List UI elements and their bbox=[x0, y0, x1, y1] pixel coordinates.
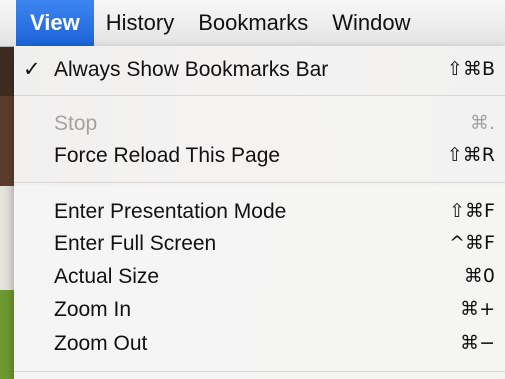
menu-item-label: Enter Full Screen bbox=[54, 232, 217, 255]
menu-item-shortcut: ⇧⌘B bbox=[447, 58, 495, 80]
menu-item-force-reload[interactable]: Force Reload This Page ⇧⌘R bbox=[14, 140, 505, 172]
menu-item-shortcut: ⌘− bbox=[460, 332, 495, 354]
menu-item-shortcut: ⇧⌘F bbox=[449, 200, 495, 222]
menu-item-shortcut: ⌘0 bbox=[463, 265, 495, 287]
menu-item-shortcut: ^⌘F bbox=[449, 232, 495, 254]
menu-item-actual-size[interactable]: Actual Size ⌘0 bbox=[14, 261, 505, 293]
menu-item-always-show-bookmarks-bar[interactable]: ✓ Always Show Bookmarks Bar ⇧⌘B bbox=[14, 54, 505, 86]
menu-item-label: Zoom Out bbox=[54, 332, 148, 355]
menu-item-label: Zoom In bbox=[54, 298, 132, 321]
menu-item-label: Stop bbox=[54, 112, 98, 135]
menu-item-enter-full-screen[interactable]: Enter Full Screen ^⌘F bbox=[14, 228, 505, 260]
menu-item-shortcut: ⇧⌘R bbox=[446, 144, 495, 166]
menu-item-label: Actual Size bbox=[54, 265, 160, 288]
menu-item-shortcut: ⌘. bbox=[469, 112, 495, 134]
menu-bar: View History Bookmarks Window bbox=[0, 0, 505, 47]
menu-separator bbox=[14, 182, 505, 183]
menu-item-label: Enter Presentation Mode bbox=[54, 200, 287, 223]
menu-item-stop: Stop ⌘. bbox=[14, 108, 505, 140]
menu-item-zoom-in[interactable]: Zoom In ⌘+ bbox=[14, 294, 505, 326]
checkmark-icon: ✓ bbox=[23, 58, 41, 81]
menu-separator bbox=[14, 95, 505, 96]
menu-separator bbox=[14, 371, 505, 372]
menu-item-label: Force Reload This Page bbox=[54, 144, 281, 167]
menu-item-label: Always Show Bookmarks Bar bbox=[54, 58, 329, 81]
menu-history[interactable]: History bbox=[94, 0, 186, 46]
view-dropdown-menu: ✓ Always Show Bookmarks Bar ⇧⌘B Stop ⌘. … bbox=[14, 46, 505, 379]
menu-window[interactable]: Window bbox=[320, 0, 422, 46]
menu-item-shortcut: ⌘+ bbox=[460, 298, 495, 320]
menu-bookmarks[interactable]: Bookmarks bbox=[186, 0, 320, 46]
menu-item-zoom-out[interactable]: Zoom Out ⌘− bbox=[14, 328, 505, 360]
menu-view[interactable]: View bbox=[16, 0, 94, 46]
menu-item-enter-presentation-mode[interactable]: Enter Presentation Mode ⇧⌘F bbox=[14, 196, 505, 228]
